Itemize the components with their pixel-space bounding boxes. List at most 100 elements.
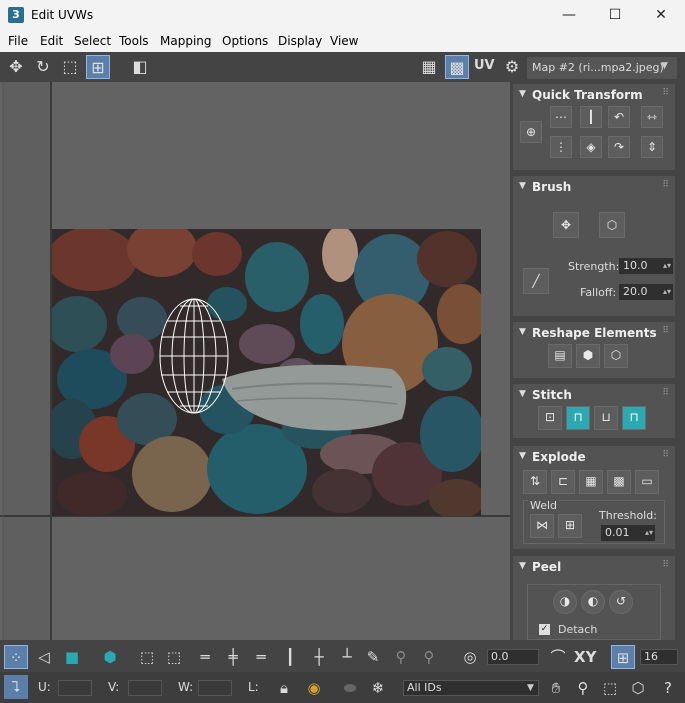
drag-handle-icon[interactable]: ⠿ [662,88,669,98]
distribute-icon[interactable]: ◈ [580,136,602,158]
drag-handle-icon[interactable]: ⠿ [662,450,669,460]
texture-settings-icon[interactable]: ⚙ [500,55,524,79]
pin-icon[interactable]: ┼ [307,645,331,669]
freeform-icon[interactable]: ⊞ [86,55,110,79]
threshold-spinner[interactable]: 0.01 [601,525,655,541]
help-icon[interactable]: ? [656,676,680,700]
align-edge-icon[interactable]: ┴ [335,645,359,669]
zoom-region-icon[interactable]: ⬚ [598,676,622,700]
chevron-down-icon[interactable]: ▼ [661,61,668,71]
filter-icon[interactable]: ⬬ [338,676,362,700]
relax-brush-icon[interactable]: ⬡ [599,212,625,238]
menu-display[interactable]: Display [278,34,322,48]
w-field[interactable] [198,680,232,696]
weld-selected-icon[interactable]: ⋈ [530,514,554,538]
texture-image[interactable] [52,229,481,516]
align-horizontal-icon[interactable]: ⋯ [550,106,572,128]
stitch-to-target-icon[interactable]: ⊓ [566,406,590,430]
falloff-curve-icon[interactable]: ⌒ [546,645,570,669]
menu-file[interactable]: File [8,34,28,48]
menu-options[interactable]: Options [222,34,268,48]
enlarge-brush-icon[interactable]: ⚲ [389,645,413,669]
collapse-arrow-icon[interactable]: ▼ [519,327,526,337]
space-vertical-icon[interactable]: ┃ [580,106,602,128]
chevron-down-icon[interactable]: ▼ [527,683,534,693]
freeze-icon[interactable]: ❄ [366,676,390,700]
zoom-icon[interactable]: ⚲ [571,676,595,700]
close-button[interactable]: ✕ [638,0,684,30]
rotate-ccw-icon[interactable]: ↶ [608,106,630,128]
select-vertex-icon[interactable]: ⁘ [4,645,28,669]
relax-settings-icon[interactable]: ⬡ [604,344,628,368]
absolute-mode-icon[interactable]: ⮧ [4,675,28,699]
reset-peel-icon[interactable]: ↺ [609,590,633,614]
menu-select[interactable]: Select [74,34,111,48]
checker-icon[interactable]: ▦ [417,55,441,79]
break-icon[interactable]: ⇅ [523,470,547,494]
explode-by-smoothing-icon[interactable]: ▭ [635,470,659,494]
detach-checkbox[interactable]: ✓ [539,624,550,635]
explode-to-grid-icon[interactable]: ▦ [579,470,603,494]
shrink-selection-icon[interactable]: ⬚ [162,645,186,669]
collapse-arrow-icon[interactable]: ▼ [519,451,526,461]
select-element-icon[interactable]: ⬢ [98,645,122,669]
collapse-arrow-icon[interactable]: ▼ [519,89,526,99]
menu-view[interactable]: View [330,34,358,48]
collapse-arrow-icon[interactable]: ▼ [519,389,526,399]
vertical-edge-icon[interactable]: ┃ [278,645,302,669]
menu-edit[interactable]: Edit [40,34,63,48]
drag-handle-icon[interactable]: ⠿ [662,180,669,190]
peel-title[interactable]: Peel [532,560,561,574]
detach-edge-icon[interactable]: ⊏ [551,470,575,494]
quick-transform-title[interactable]: Quick Transform [532,88,643,102]
brush-stroke-icon[interactable]: ╱ [523,268,549,294]
collapse-arrow-icon[interactable]: ▼ [519,561,526,571]
v-field[interactable] [128,680,162,696]
minimize-button[interactable]: — [546,0,592,30]
maximize-button[interactable]: ☐ [592,0,638,30]
menu-tools[interactable]: Tools [119,34,149,48]
select-edge-icon[interactable]: ◁ [32,645,56,669]
xy-label[interactable]: XY [574,648,596,666]
shrink-brush-icon[interactable]: ⚲ [417,645,441,669]
angle-field[interactable]: 0.0 [487,649,539,665]
grow-selection-icon[interactable]: ⬚ [135,645,159,669]
grid-snap-icon[interactable]: ⊞ [611,645,635,669]
flip-vertical-icon[interactable]: ⇕ [641,136,663,158]
falloff-spinner[interactable]: 20.0 [619,284,673,300]
rotate-cw-icon[interactable]: ↷ [608,136,630,158]
quick-peel-icon[interactable]: ◑ [553,590,577,614]
move-icon[interactable]: ✥ [4,55,28,79]
collapse-arrow-icon[interactable]: ▼ [519,181,526,191]
lock-icon[interactable]: 🔒︎ [272,676,296,700]
u-field[interactable] [58,680,92,696]
ring-icon[interactable]: ╪ [221,645,245,669]
show-hidden-icon[interactable]: ◉ [302,676,326,700]
select-face-icon[interactable]: ■ [60,645,84,669]
paint-move-icon[interactable]: ✥ [553,212,579,238]
zoom-extents-icon[interactable]: ⬡ [626,676,650,700]
explode-title[interactable]: Explode [532,450,586,464]
drag-handle-icon[interactable]: ⠿ [662,560,669,570]
align-vertical-icon[interactable]: ⋮ [550,136,572,158]
rotate-icon[interactable]: ↻ [31,55,55,79]
uv-label[interactable]: UV [474,58,495,73]
straighten-icon[interactable]: ▤ [548,344,572,368]
stitch-custom-icon[interactable]: ⊡ [538,406,562,430]
drag-handle-icon[interactable]: ⠿ [662,388,669,398]
mirror-icon[interactable]: ◧ [128,55,152,79]
menu-mapping[interactable]: Mapping [160,34,212,48]
relax-element-icon[interactable]: ⬢ [576,344,600,368]
align-to-center-icon[interactable]: ⊕ [520,121,542,143]
weld-target-icon[interactable]: ⊞ [558,514,582,538]
scale-icon[interactable]: ⬚ [58,55,82,79]
grid-size-field[interactable]: 16 [640,649,678,665]
ids-select[interactable]: All IDs [403,680,539,696]
brush-title[interactable]: Brush [532,180,571,194]
strength-spinner[interactable]: 10.0 [619,258,673,274]
peel-mode-icon[interactable]: ◐ [581,590,605,614]
flip-horizontal-icon[interactable]: ⇿ [641,106,663,128]
soft-selection-icon[interactable]: ◎ [458,645,482,669]
map-select[interactable]: Map #2 (ri...mpa2.jpeg) [527,57,677,79]
explode-by-material-icon[interactable]: ▩ [607,470,631,494]
